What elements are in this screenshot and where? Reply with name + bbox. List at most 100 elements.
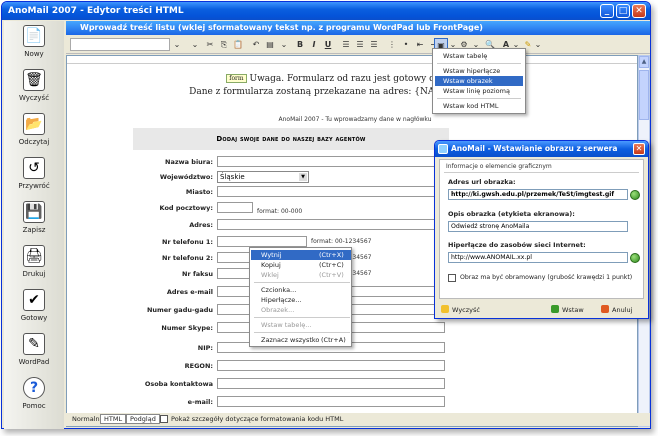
help-icon: ?: [23, 377, 45, 399]
copy-icon[interactable]: ⎘: [218, 38, 230, 51]
menu-separator: [254, 282, 350, 283]
border-checkbox[interactable]: [448, 274, 456, 282]
sidebar-item-label: Drukuj: [22, 270, 46, 278]
tab-preview[interactable]: Podgląd: [126, 414, 160, 424]
postal-code-input[interactable]: [217, 202, 253, 213]
contact-email-input[interactable]: [217, 396, 445, 407]
sidebar-item-ready[interactable]: ✔ Gotowy: [4, 285, 64, 335]
editor-toolbar: ⌄ ⌄ ✂ ⎘ 📋 ↶ ▤ ⌄ B I U ☰ ☰ ☰ ⋮ • ⇤ ⇥ ▣ ⌄ …: [66, 36, 650, 54]
field-label: NIP:: [197, 344, 213, 352]
sidebar-item-open[interactable]: 📂 Odczytaj: [4, 109, 64, 159]
menu-item-insert-hr[interactable]: Wstaw linię poziomą: [435, 86, 523, 96]
border-checkbox-label: Obraz ma być obramowany (grubość krawędz…: [460, 274, 633, 281]
menu-item-select-all[interactable]: Zaznacz wszystko (Ctr+A): [251, 335, 351, 345]
dialog-close-button[interactable]: ✕: [633, 143, 645, 155]
align-right-icon[interactable]: ☰: [368, 38, 380, 51]
province-select[interactable]: Śląskie ▼: [217, 171, 309, 183]
bold-button[interactable]: B: [294, 38, 306, 51]
hyperlink-label: Hiperłącze do zasobów sieci Internet:: [448, 241, 586, 249]
ready-icon: ✔: [23, 289, 45, 311]
form-title: Dodaj swoje dane do naszej bazy agentów: [133, 128, 449, 150]
regon-input[interactable]: [217, 360, 445, 371]
menu-label: Zaznacz wszystko: [261, 336, 320, 344]
sidebar-item-label: Nowy: [24, 50, 44, 58]
menu-item-insert-table[interactable]: Wstaw tabelę: [435, 51, 523, 61]
insert-image-dialog: AnoMail - Wstawianie obrazu z serwera ✕ …: [434, 140, 649, 319]
cut-icon[interactable]: ✂: [204, 38, 216, 51]
menu-item-image[interactable]: Obrazek...: [251, 305, 351, 315]
contact-person-input[interactable]: [217, 378, 445, 389]
menu-shortcut: (Ctr+V): [319, 271, 344, 279]
wordpad-icon: ✎: [23, 333, 45, 355]
restore-icon: ↺: [23, 157, 45, 179]
dialog-titlebar: AnoMail - Wstawianie obrazu z serwera ✕: [435, 141, 648, 157]
field-label: REGON:: [184, 362, 213, 370]
sidebar-item-help[interactable]: ? Pomoc: [4, 373, 64, 423]
dialog-cancel-button[interactable]: Anuluj: [601, 305, 632, 315]
tab-html[interactable]: HTML: [100, 414, 127, 424]
hyperlink-input[interactable]: http://www.ANOMAIL.xx.pl: [448, 252, 628, 263]
undo-icon[interactable]: ↶: [250, 38, 262, 51]
button-label: Wstaw: [562, 306, 584, 314]
scroll-up-icon[interactable]: ▲: [639, 56, 649, 68]
save-icon: 💾: [23, 201, 45, 223]
clear-icon: [441, 305, 449, 313]
maximize-button[interactable]: □: [616, 4, 630, 18]
field-label: Adres e-mail: [166, 288, 213, 296]
go-icon[interactable]: [630, 253, 640, 263]
bullet-list-icon[interactable]: •: [400, 38, 412, 51]
menu-item-cut[interactable]: Wytnij (Ctr+X): [251, 250, 351, 260]
menu-item-insert-image[interactable]: Wstaw obrazek: [435, 76, 523, 86]
sidebar-item-wordpad[interactable]: ✎ WordPad: [4, 329, 64, 379]
dialog-clear-button[interactable]: Wyczyść: [441, 305, 480, 315]
outdent-icon[interactable]: ⇤: [414, 38, 426, 51]
menu-label: Kopiuj: [261, 261, 281, 269]
window-titlebar: AnoMail 2007 - Edytor treści HTML _ □ ✕: [2, 2, 650, 20]
dialog-section-title: Informacje o elemencie graficznym: [446, 163, 552, 170]
field-label: Kod pocztowy:: [159, 204, 213, 212]
menu-item-insert-html[interactable]: Wstaw kod HTML: [435, 101, 523, 111]
chevron-down-icon[interactable]: ⌄: [190, 38, 200, 51]
menu-item-font[interactable]: Czcionka...: [251, 285, 351, 295]
properties-icon[interactable]: ▤: [264, 38, 276, 51]
style-select[interactable]: [70, 38, 170, 51]
align-center-icon[interactable]: ☰: [354, 38, 366, 51]
sidebar-item-new[interactable]: 📄 Nowy: [4, 21, 64, 71]
image-alt-input[interactable]: Odwiedź stronę AnoMaila: [448, 221, 628, 232]
sidebar-item-print[interactable]: 🖨 Drukuj: [4, 241, 64, 291]
italic-button[interactable]: I: [308, 38, 320, 51]
office-name-input[interactable]: [217, 156, 445, 167]
underline-button[interactable]: U: [322, 38, 334, 51]
phone1-hint: format: 00-1234567: [311, 238, 372, 245]
sidebar-item-save[interactable]: 💾 Zapisz: [4, 197, 64, 247]
menu-item-insert-table[interactable]: Wstaw tabelę...: [251, 320, 351, 330]
divider: [444, 172, 639, 173]
chevron-down-icon[interactable]: ⌄: [534, 38, 542, 51]
sidebar-item-clear[interactable]: 🗑 Wyczyść: [4, 65, 64, 115]
menu-item-insert-hyperlink[interactable]: Wstaw hiperłącze: [435, 66, 523, 76]
phone1-input[interactable]: [217, 236, 307, 247]
button-label: Anuluj: [612, 306, 633, 314]
chevron-down-icon[interactable]: ⌄: [278, 38, 290, 51]
format-details-checkbox[interactable]: [160, 415, 168, 423]
menu-item-hyperlink[interactable]: Hiperłącze...: [251, 295, 351, 305]
paste-icon[interactable]: 📋: [232, 38, 244, 51]
insert-icon: [551, 305, 559, 313]
sidebar-item-label: Wyczyść: [18, 94, 50, 102]
close-button[interactable]: ✕: [632, 4, 646, 18]
image-url-input[interactable]: http://ki.gwsh.edu.pl/przemek/TeSt/imgte…: [448, 189, 628, 200]
menu-label: Wytnij: [261, 251, 282, 259]
city-input[interactable]: [217, 186, 445, 197]
align-left-icon[interactable]: ☰: [340, 38, 352, 51]
dialog-insert-button[interactable]: Wstaw: [551, 305, 584, 315]
menu-item-copy[interactable]: Kopiuj (Ctr+C): [251, 260, 351, 270]
numbered-list-icon[interactable]: ⋮: [386, 38, 398, 51]
go-icon[interactable]: [630, 190, 640, 200]
menu-item-paste[interactable]: Wklej (Ctr+V): [251, 270, 351, 280]
sidebar-item-restore[interactable]: ↺ Przywróć: [4, 153, 64, 203]
minimize-button[interactable]: _: [600, 4, 614, 18]
address-input[interactable]: [217, 219, 445, 230]
scroll-thumb[interactable]: [639, 70, 649, 120]
field-label: Nr telefonu 2:: [162, 254, 213, 262]
chevron-down-icon[interactable]: ⌄: [172, 38, 182, 51]
